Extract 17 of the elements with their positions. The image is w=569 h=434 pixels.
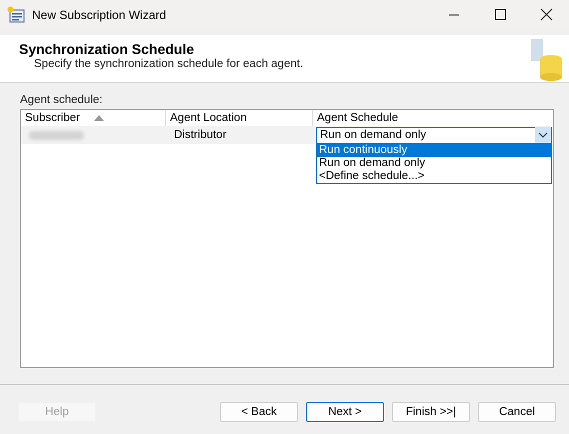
window-title: New Subscription Wizard	[32, 8, 166, 22]
dropdown-option[interactable]: Run on demand only	[317, 157, 551, 170]
chevron-down-icon	[535, 127, 551, 143]
page-subtitle: Specify the synchronization schedule for each agent.	[34, 58, 304, 70]
schedule-dropdown[interactable]: Run on demand only	[316, 126, 552, 144]
table-cell-text: Distributor	[173, 128, 228, 143]
blurred-text	[29, 130, 84, 140]
wizard-button[interactable]: < Back	[220, 402, 298, 422]
grid-label: Agent schedule:	[20, 94, 104, 106]
dropdown-option[interactable]: Run continuously	[317, 144, 551, 157]
app-icon	[7, 6, 25, 24]
wizard-button[interactable]: Next >	[306, 402, 384, 422]
page-title: Synchronization Schedule	[19, 41, 196, 57]
dropdown-option[interactable]: <Define schedule...>	[317, 170, 551, 183]
wizard-button[interactable]: Finish >>|	[392, 402, 470, 422]
column-header[interactable]: Agent Schedule	[313, 110, 553, 126]
wizard-button[interactable]: Cancel	[478, 402, 556, 422]
